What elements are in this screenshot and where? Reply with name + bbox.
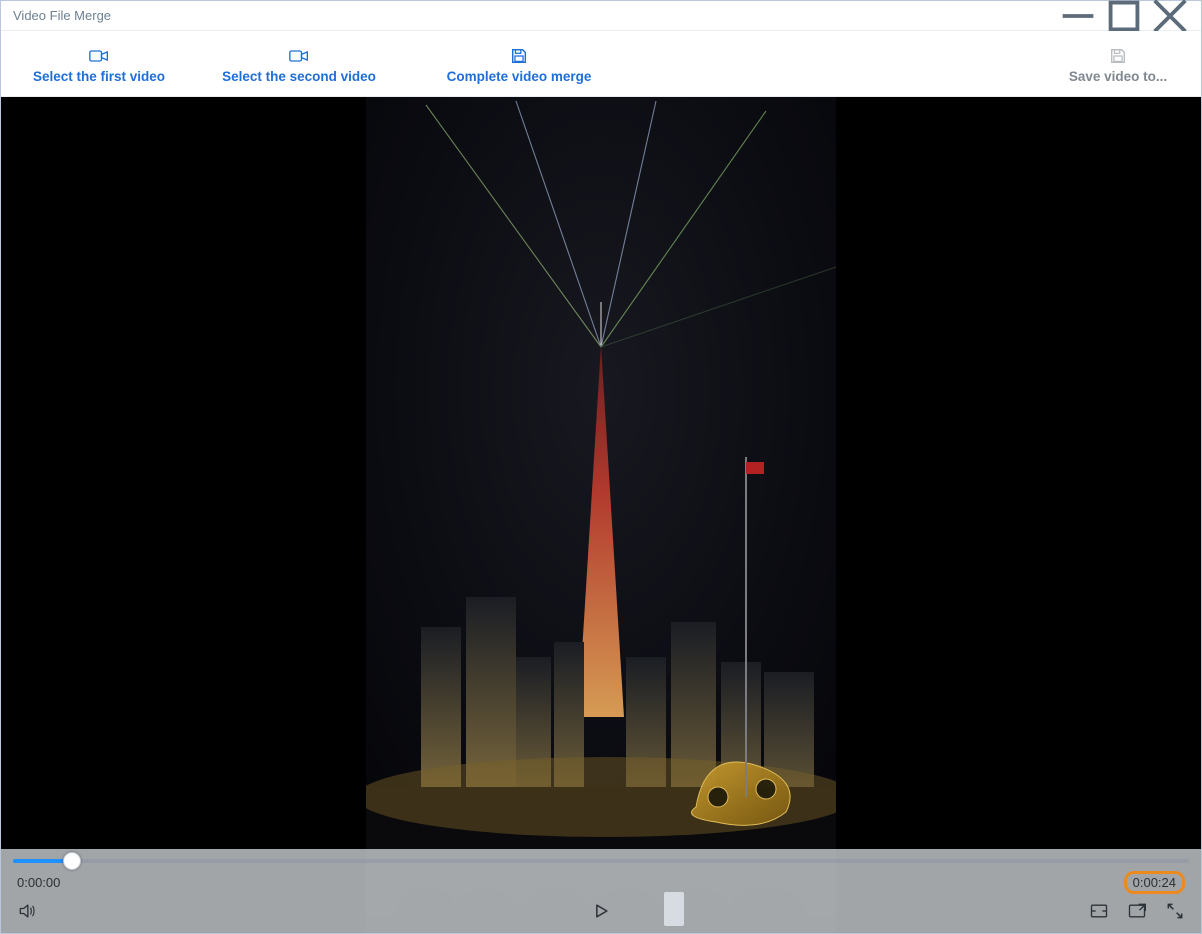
compact-view-button[interactable] — [1089, 901, 1109, 921]
save-icon — [509, 47, 529, 65]
window-title: Video File Merge — [13, 8, 111, 23]
close-button[interactable] — [1147, 1, 1193, 31]
video-frame — [366, 97, 836, 933]
mini-player-button[interactable] — [1127, 901, 1147, 921]
fullscreen-icon — [1165, 901, 1185, 921]
fullscreen-button[interactable] — [1165, 901, 1185, 921]
video-preview-area: 0:00:00 0:00:24 — [1, 97, 1201, 933]
video-camera-icon — [89, 47, 109, 65]
maximize-button[interactable] — [1101, 1, 1147, 31]
toolbar-label: Complete video merge — [447, 69, 592, 84]
title-bar: Video File Merge — [1, 1, 1201, 31]
picture-in-picture-icon — [1089, 901, 1109, 921]
cast-icon — [1127, 901, 1147, 921]
video-camera-icon — [289, 47, 309, 65]
complete-merge-button[interactable]: Complete video merge — [409, 35, 629, 96]
play-icon — [591, 901, 611, 921]
total-time-highlight: 0:00:24 — [1124, 871, 1185, 894]
time-row: 0:00:00 0:00:24 — [1, 871, 1201, 893]
seek-thumb[interactable] — [63, 852, 81, 870]
controls-row — [1, 893, 1201, 933]
save-video-to-button[interactable]: Save video to... — [1043, 35, 1193, 96]
toolbar-left-group: Select the first video Select the second… — [9, 35, 629, 96]
volume-icon — [17, 901, 37, 921]
volume-button[interactable] — [17, 901, 37, 921]
toolbar-label: Save video to... — [1069, 69, 1167, 84]
minimize-button[interactable] — [1055, 1, 1101, 31]
toolbar-label: Select the first video — [33, 69, 165, 84]
seek-slider[interactable] — [13, 859, 1189, 863]
main-toolbar: Select the first video Select the second… — [1, 31, 1201, 97]
play-button[interactable] — [591, 901, 611, 921]
save-icon — [1108, 47, 1128, 65]
toolbar-label: Select the second video — [222, 69, 376, 84]
select-second-video-button[interactable]: Select the second video — [189, 35, 409, 96]
current-time-label: 0:00:00 — [17, 875, 60, 890]
total-time-label: 0:00:24 — [1133, 875, 1176, 890]
video-preview-image — [366, 97, 836, 933]
app-window: Video File Merge Select the first video … — [0, 0, 1202, 934]
select-first-video-button[interactable]: Select the first video — [9, 35, 189, 96]
player-controls-overlay: 0:00:00 0:00:24 — [1, 849, 1201, 933]
toolbar-spacer — [629, 35, 1043, 96]
seek-row — [1, 849, 1201, 871]
